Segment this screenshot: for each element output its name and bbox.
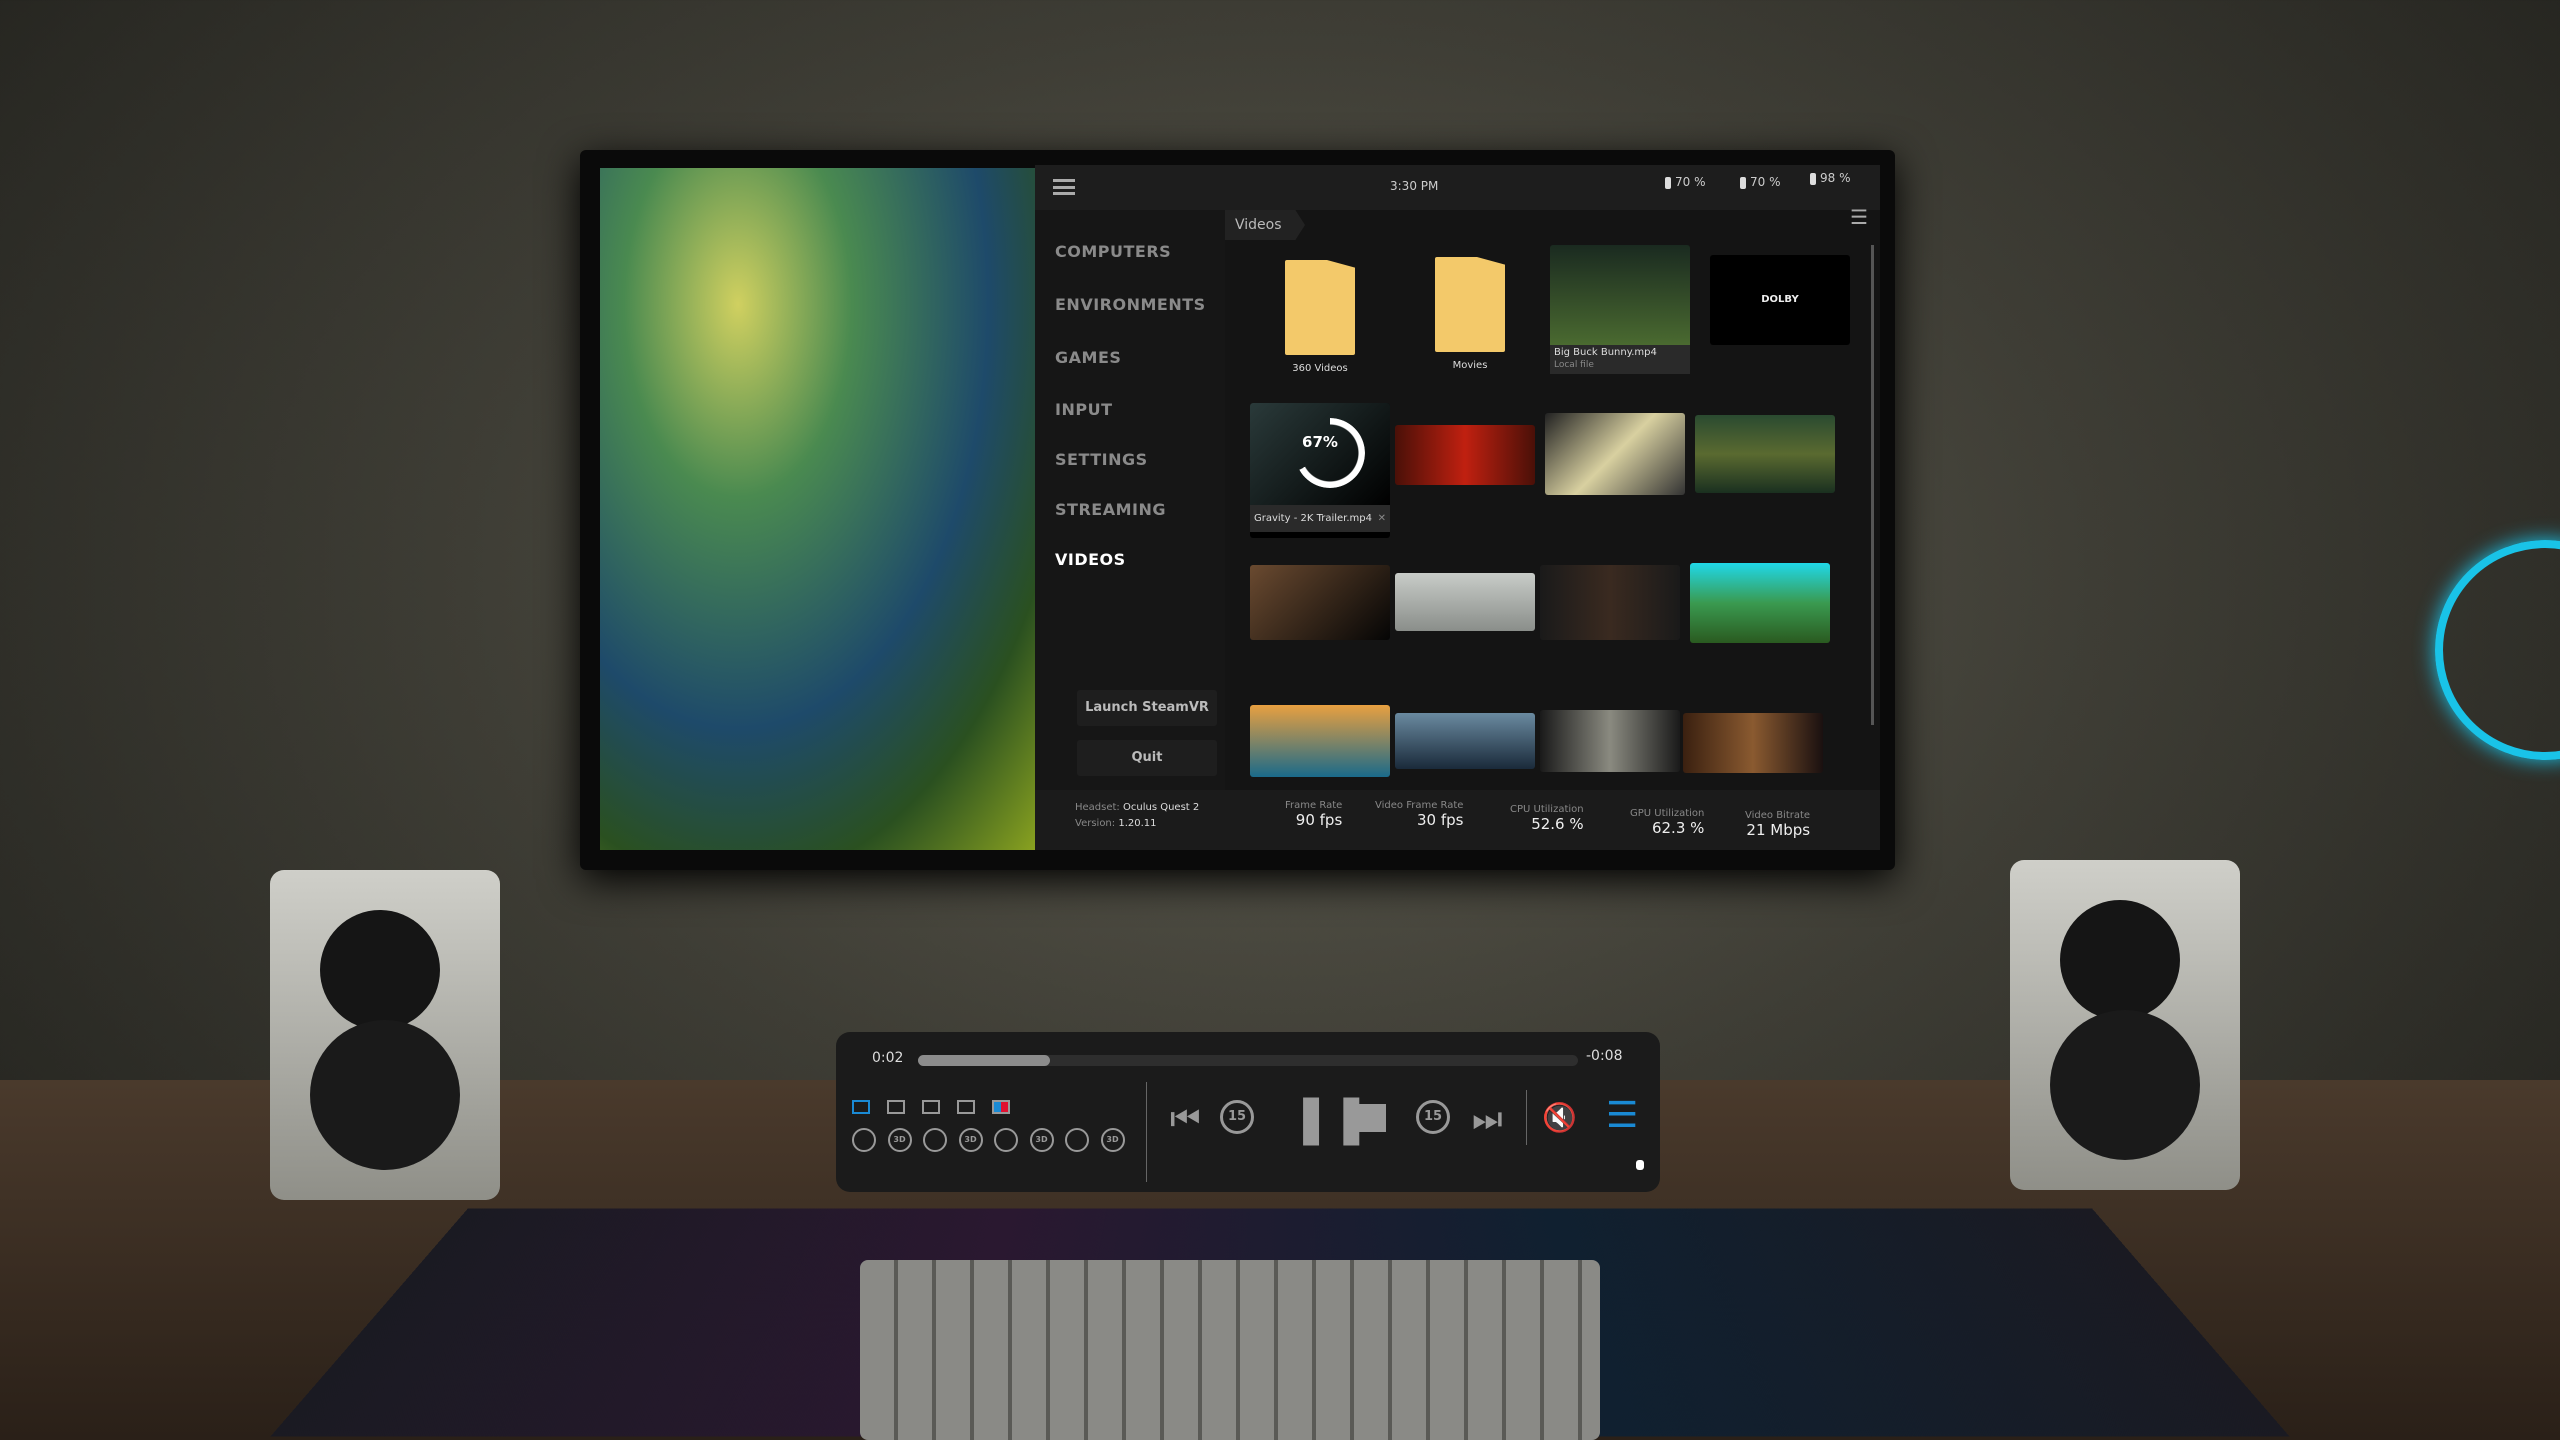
- stat-gpu-utilization: GPU Utilization 62.3 %: [1630, 808, 1705, 837]
- divider: [1526, 1090, 1527, 1145]
- controller-battery-left: 70 %: [1665, 175, 1706, 189]
- bigscreen-menu: 3:30 PM 70 % 70 % 98 % COMPUTERS ENVIRON…: [1035, 165, 1880, 850]
- quit-button[interactable]: Quit: [1077, 740, 1217, 776]
- sidebar-item-games[interactable]: GAMES: [1055, 348, 1121, 367]
- video-tile[interactable]: [1545, 413, 1685, 495]
- controller-battery-icon: [1665, 176, 1671, 189]
- video-tile[interactable]: [1250, 565, 1390, 640]
- projection-mode-icon[interactable]: [1065, 1128, 1089, 1152]
- video-tile-big-buck-bunny[interactable]: Big Buck Bunny.mp4 Local file: [1550, 245, 1690, 387]
- breadcrumb[interactable]: Videos: [1225, 210, 1305, 240]
- seek-bar-fill: [918, 1055, 1050, 1066]
- keyboard: [860, 1260, 1600, 1440]
- video-tile[interactable]: [1395, 713, 1535, 769]
- sort-list-icon[interactable]: ☰: [1850, 205, 1868, 229]
- menu-list-icon[interactable]: ☰: [1606, 1098, 1638, 1134]
- mode-side-by-side-icon[interactable]: [887, 1100, 905, 1114]
- projection-mode-icon[interactable]: [994, 1128, 1018, 1152]
- previous-icon[interactable]: ⏮: [1170, 1102, 1201, 1136]
- video-tile-dolby[interactable]: DOLBY: [1710, 255, 1850, 345]
- launch-steamvr-button[interactable]: Launch SteamVR: [1077, 690, 1217, 726]
- video-tile[interactable]: [1395, 425, 1535, 485]
- video-tile-gravity[interactable]: 67% Gravity - 2K Trailer.mp4 ✕: [1250, 403, 1390, 538]
- projection-mode-icon[interactable]: 3D: [958, 1128, 983, 1152]
- version-number: 1.20.11: [1118, 818, 1157, 829]
- video-playback-area[interactable]: [600, 168, 1060, 850]
- stats-bar: Headset: Oculus Quest 2 Version: 1.20.11…: [1035, 790, 1880, 850]
- sidebar-item-computers[interactable]: COMPUTERS: [1055, 242, 1171, 261]
- controller-battery-right: 70 %: [1740, 175, 1781, 189]
- mode-anaglyph-icon[interactable]: [992, 1100, 1010, 1114]
- sidebar-item-settings[interactable]: SETTINGS: [1055, 450, 1148, 469]
- video-tile[interactable]: [1250, 705, 1390, 777]
- projection-mode-icon[interactable]: [923, 1128, 947, 1152]
- projection-mode-icon[interactable]: 3D: [1100, 1128, 1125, 1152]
- video-tile[interactable]: [1395, 573, 1535, 631]
- sidebar-item-environments[interactable]: ENVIRONMENTS: [1055, 295, 1206, 314]
- clock: 3:30 PM: [1390, 179, 1439, 193]
- stop-icon[interactable]: [1358, 1104, 1386, 1132]
- headset-battery: 98 %: [1810, 171, 1851, 185]
- rewind-15-icon[interactable]: 15: [1220, 1100, 1254, 1134]
- video-tile[interactable]: [1540, 565, 1680, 640]
- controller-battery-icon: [1740, 176, 1746, 189]
- next-icon[interactable]: ⏭: [1472, 1102, 1503, 1136]
- headset-battery-icon: [1810, 172, 1816, 185]
- mode-over-under-icon[interactable]: [957, 1100, 975, 1114]
- right-speaker: [2010, 860, 2240, 1190]
- stat-video-bitrate: Video Bitrate 21 Mbps: [1745, 810, 1811, 839]
- elapsed-time: 0:02: [872, 1050, 904, 1066]
- folder-icon: [1435, 257, 1505, 352]
- projection-mode-icon[interactable]: [852, 1128, 876, 1152]
- sidebar-item-videos[interactable]: VIDEOS: [1055, 550, 1126, 569]
- scrollbar[interactable]: [1871, 245, 1874, 725]
- pc-light-ring: [2435, 540, 2560, 760]
- video-tile[interactable]: [1683, 713, 1823, 773]
- hamburger-menu-icon[interactable]: [1053, 179, 1075, 195]
- pointer-cursor: [1636, 1160, 1644, 1170]
- headset-name: Oculus Quest 2: [1123, 802, 1200, 813]
- projection-mode-icon[interactable]: 3D: [887, 1128, 912, 1152]
- video-tile[interactable]: [1540, 710, 1680, 772]
- sidebar-item-input[interactable]: INPUT: [1055, 400, 1112, 419]
- projection-mode-icon[interactable]: 3D: [1029, 1128, 1054, 1152]
- seek-bar[interactable]: [918, 1055, 1578, 1066]
- folder-icon: [1285, 260, 1355, 355]
- video-tile[interactable]: [1690, 563, 1830, 643]
- sidebar-item-streaming[interactable]: STREAMING: [1055, 500, 1166, 519]
- left-speaker: [270, 870, 500, 1200]
- video-tile[interactable]: [1695, 415, 1835, 493]
- divider: [1146, 1082, 1147, 1182]
- download-progress-ring: [1295, 418, 1365, 488]
- cancel-download-icon[interactable]: ✕: [1378, 513, 1386, 524]
- stat-cpu-utilization: CPU Utilization 52.6 %: [1510, 804, 1584, 833]
- stat-video-frame-rate: Video Frame Rate 30 fps: [1375, 800, 1464, 829]
- top-bar: 3:30 PM 70 % 70 % 98 %: [1035, 165, 1880, 210]
- forward-15-icon[interactable]: 15: [1416, 1100, 1450, 1134]
- remaining-time: -0:08: [1586, 1048, 1623, 1064]
- mode-half-side-by-side-icon[interactable]: [922, 1100, 940, 1114]
- media-player-controls: 0:02 -0:08 3D 3D 3D 3D ⏮ 15 ❚❚ 15 ⏭ 🔇 ☰: [836, 1032, 1660, 1192]
- sidebar: COMPUTERS ENVIRONMENTS GAMES INPUT SETTI…: [1035, 210, 1225, 800]
- mode-2d-icon[interactable]: [852, 1100, 870, 1114]
- stat-frame-rate: Frame Rate 90 fps: [1285, 800, 1343, 829]
- mute-icon[interactable]: 🔇: [1542, 1104, 1577, 1132]
